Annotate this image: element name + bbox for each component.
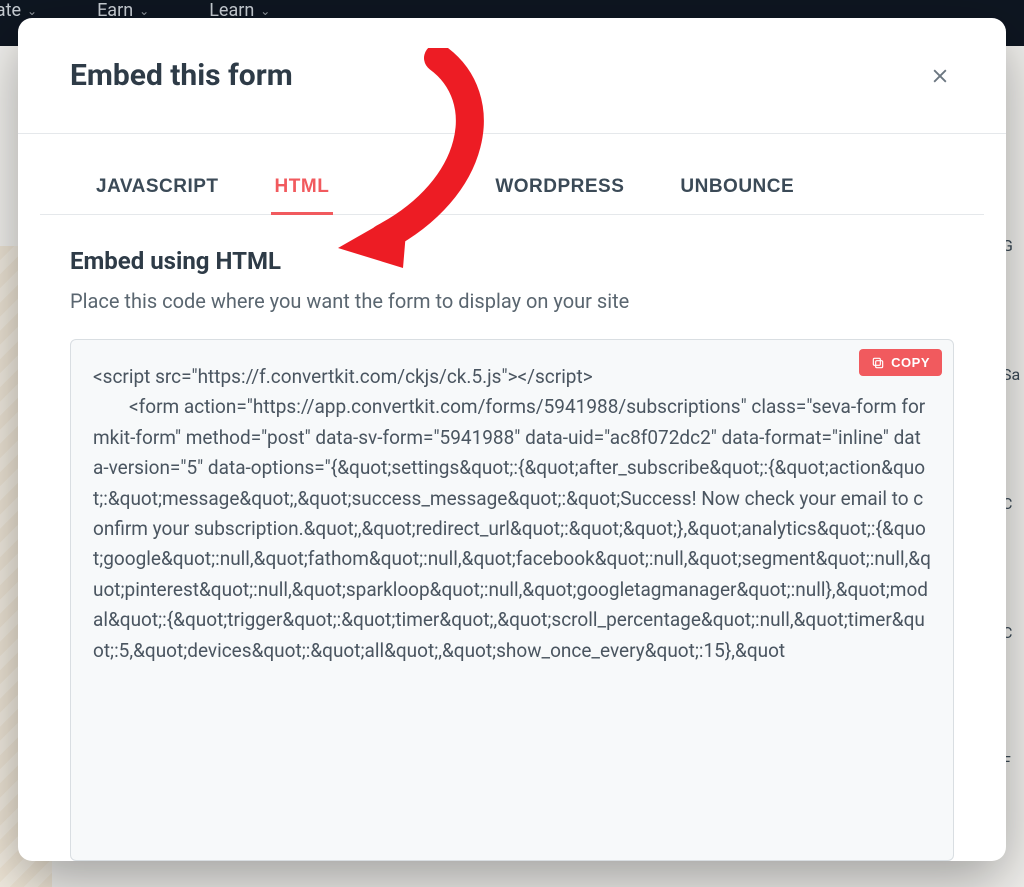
chevron-down-icon: ⌄ (27, 4, 37, 18)
tab-unbounce[interactable]: UNBOUNCE (676, 164, 798, 215)
copy-button[interactable]: COPY (859, 349, 942, 376)
code-line: <form action="https://app.convertkit.com… (93, 395, 931, 661)
tab-wordpress[interactable]: WORDPRESS (491, 164, 628, 215)
close-icon (930, 66, 950, 86)
copy-label: COPY (891, 355, 930, 370)
section-description: Place this code where you want the form … (70, 289, 954, 313)
bg-nav-label: mate (0, 0, 21, 21)
section-title: Embed using HTML (70, 247, 954, 275)
modal-title: Embed this form (70, 58, 293, 93)
modal-header: Embed this form (18, 18, 1006, 133)
divider (18, 133, 1006, 134)
embed-section: Embed using HTML Place this code where y… (18, 215, 1006, 861)
code-line: <script src="https://f.convertkit.com/ck… (93, 365, 593, 388)
tab-javascript[interactable]: JAVASCRIPT (92, 164, 223, 215)
code-wrap: COPY <script src="https://f.convertkit.c… (70, 339, 954, 861)
tab-html[interactable]: HTML (271, 164, 334, 215)
close-button[interactable] (926, 62, 954, 90)
embed-tabs: JAVASCRIPT HTML WORDPRESS UNBOUNCE (40, 164, 984, 215)
chevron-down-icon: ⌄ (139, 4, 149, 18)
embed-modal: Embed this form JAVASCRIPT HTML WORDPRES… (18, 18, 1006, 861)
embed-code-box[interactable]: <script src="https://f.convertkit.com/ck… (70, 339, 954, 861)
chevron-down-icon: ⌄ (260, 4, 270, 18)
copy-icon (871, 356, 885, 370)
